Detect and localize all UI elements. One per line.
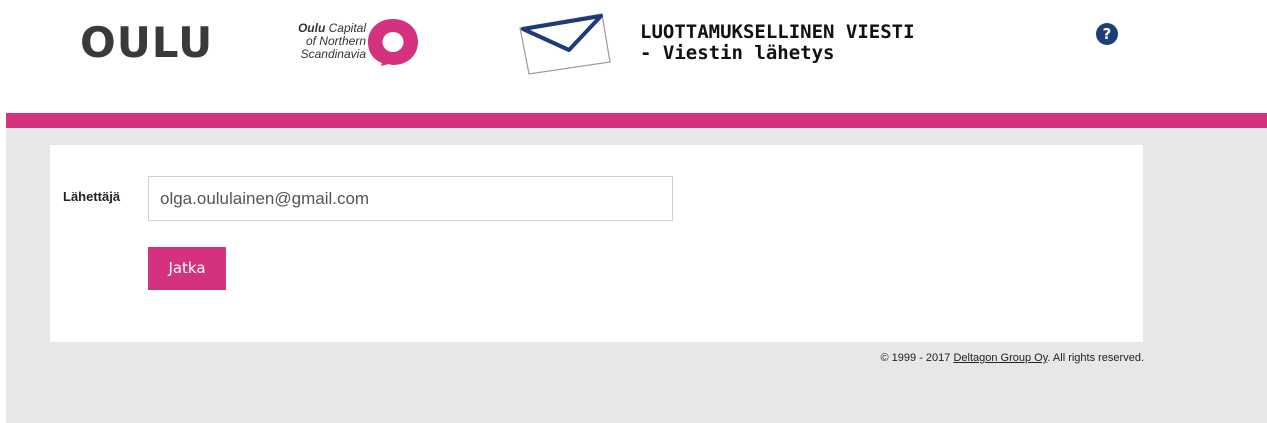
oulu-logo-text: OULU [80,18,214,67]
continue-button[interactable]: Jatka [148,247,226,290]
page: OULU Oulu Capital of Northern Scandinavi… [0,0,1267,423]
tagline-line1: Capital [328,21,366,35]
sender-label: Lähettäjä [63,189,121,204]
company-link[interactable]: Deltagon Group Oy [953,352,1047,364]
header: OULU Oulu Capital of Northern Scandinavi… [0,0,1267,112]
oulu-tagline: Oulu Capital of Northern Scandinavia [256,22,366,61]
page-title: LUOTTAMUKSELLINEN VIESTI - Viestin lähet… [640,22,915,64]
tagline-bold-word: Oulu [297,21,326,35]
envelope-icon [519,13,611,75]
sender-email-input[interactable]: olga.oululainen@gmail.com [148,176,673,221]
form-card [50,145,1143,342]
brand-stripe [6,113,1267,128]
copyright-prefix: © 1999 - 2017 [880,352,954,364]
page-title-line1: LUOTTAMUKSELLINEN VIESTI [640,21,915,43]
footer-copyright: © 1999 - 2017 Deltagon Group Oy. All rig… [770,352,1145,364]
copyright-suffix: . All rights reserved. [1047,352,1144,364]
oulu-speech-bubble-logo-icon [368,19,418,66]
help-icon[interactable]: ? [1096,23,1118,45]
page-title-line2: - Viestin lähetys [640,42,835,64]
tagline-line3: Scandinavia [300,47,366,61]
